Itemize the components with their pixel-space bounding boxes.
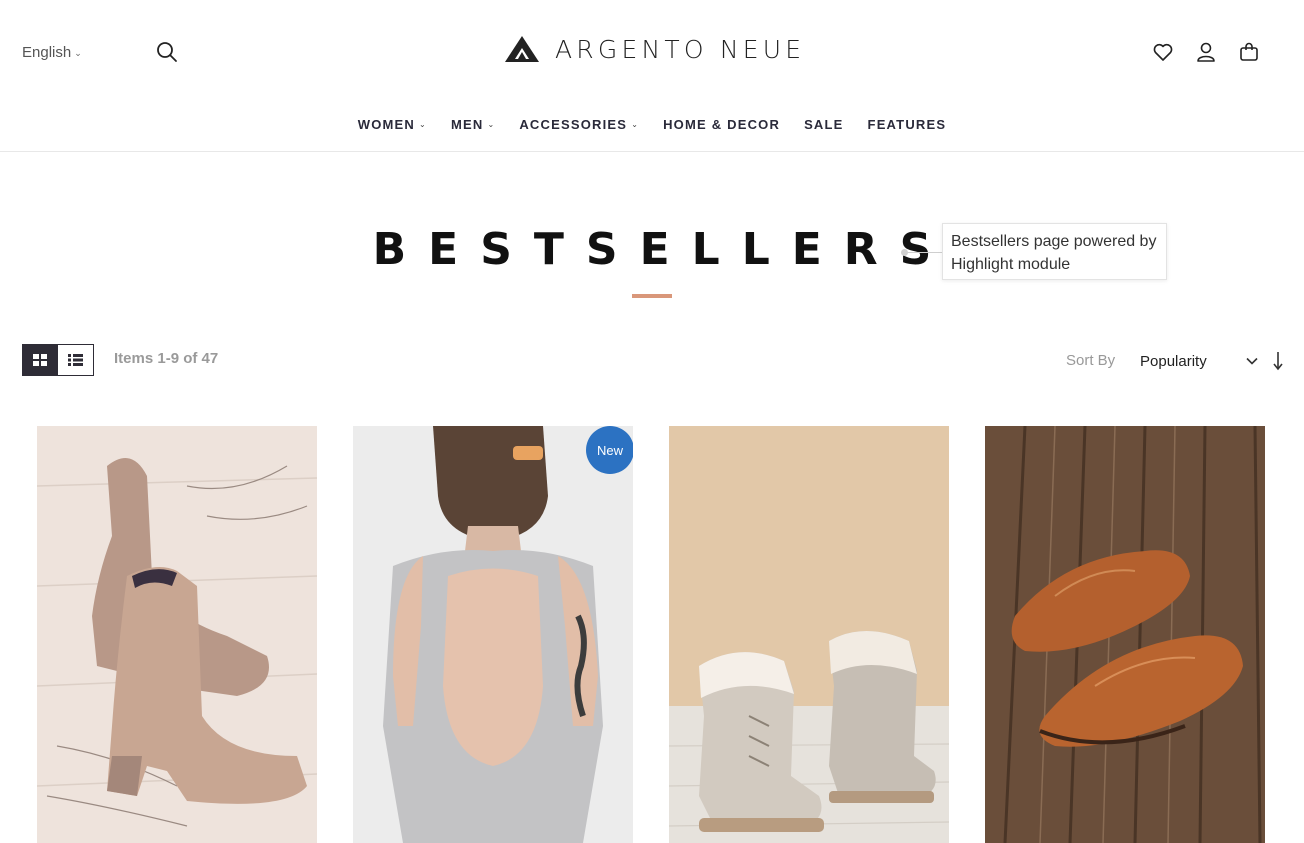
sort-select[interactable]: Popularity (1140, 346, 1258, 376)
nav-item-sale[interactable]: SALE (804, 117, 843, 132)
logo-text: ARGENTO NEUE (555, 34, 806, 64)
sort-direction-button[interactable] (1268, 350, 1288, 372)
language-switcher[interactable]: English ⌄ (22, 44, 82, 61)
nav-item-label: SALE (804, 117, 844, 132)
product-image (37, 426, 317, 843)
items-count: Items 1-9 of 47 (114, 350, 219, 367)
nav-item-accessories[interactable]: ACCESSORIES ⌄ (519, 117, 639, 132)
header-actions (1151, 40, 1261, 64)
nav-item-label: MEN (450, 117, 484, 132)
product-card[interactable]: New (353, 426, 633, 843)
sort-value: Popularity (1140, 352, 1207, 370)
header-divider (0, 151, 1304, 152)
product-badge: New (586, 426, 633, 474)
tooltip-dot (901, 249, 908, 256)
logo-mark-icon (505, 36, 539, 62)
arrow-down-icon (1273, 352, 1283, 371)
view-mode-toggle (22, 344, 94, 376)
nav-item-label: ACCESSORIES (519, 117, 628, 132)
grid-icon (33, 354, 47, 366)
search-icon[interactable] (155, 40, 179, 64)
nav-item-label: HOME & DECOR (663, 117, 781, 132)
user-icon[interactable] (1194, 40, 1218, 64)
grid-view-button[interactable] (22, 344, 58, 376)
chevron-down-icon: ⌄ (487, 120, 496, 129)
chevron-down-icon (1246, 357, 1258, 365)
title-underline (632, 294, 672, 298)
language-label: English (22, 44, 72, 61)
nav-item-women[interactable]: WOMEN ⌄ (358, 117, 427, 132)
nav-item-men[interactable]: MEN ⌄ (451, 117, 495, 132)
chevron-down-icon: ⌄ (419, 120, 427, 129)
chevron-down-icon: ⌄ (631, 120, 640, 129)
product-card[interactable] (669, 426, 949, 843)
heart-icon[interactable] (1151, 40, 1175, 64)
product-image (669, 426, 949, 843)
main-navigation: WOMEN ⌄ MEN ⌄ ACCESSORIES ⌄ HOME & DECOR… (0, 117, 1304, 132)
nav-item-features[interactable]: FEATURES (868, 117, 947, 132)
product-grid: New (37, 426, 1265, 843)
nav-item-label: FEATURES (867, 117, 947, 132)
product-card[interactable] (37, 426, 317, 843)
list-view-button[interactable] (58, 344, 94, 376)
tooltip-connector (904, 252, 942, 253)
sort-label: Sort By (1066, 352, 1116, 369)
site-logo[interactable]: ARGENTO NEUE (503, 34, 805, 64)
nav-item-label: WOMEN (357, 117, 416, 132)
list-icon (68, 354, 83, 366)
highlight-tooltip: Bestsellers page powered by Highlight mo… (942, 223, 1167, 280)
product-image (985, 426, 1265, 843)
nav-item-home-decor[interactable]: HOME & DECOR (663, 117, 780, 132)
product-image (353, 426, 633, 843)
product-card[interactable] (985, 426, 1265, 843)
bag-icon[interactable] (1237, 40, 1261, 64)
chevron-down-icon: ⌄ (74, 47, 82, 58)
